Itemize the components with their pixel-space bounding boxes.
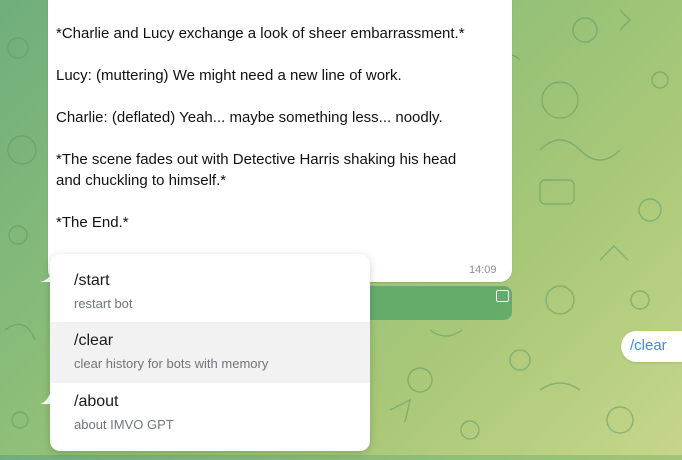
- clear-command-label: /clear: [630, 337, 667, 354]
- command-item-clear[interactable]: /clear clear history for bots with memor…: [50, 322, 370, 383]
- message-timestamp: 14:09: [469, 264, 497, 276]
- command-item-about[interactable]: /about about IMVO GPT: [50, 390, 370, 451]
- message-line: Lucy: (muttering) We might need a new li…: [56, 67, 402, 84]
- command-item-start[interactable]: /start restart bot: [50, 254, 370, 315]
- message-line: Charlie: (deflated) Yeah... maybe someth…: [56, 109, 443, 126]
- command-description: restart bot: [74, 296, 133, 311]
- expand-icon[interactable]: [496, 290, 509, 302]
- message-line: *The End.*: [56, 214, 129, 231]
- message-line: *The scene fades out with Detective Harr…: [56, 151, 457, 168]
- message-line: *Charlie and Lucy exchange a look of she…: [56, 25, 465, 42]
- command-description: about IMVO GPT: [74, 417, 174, 432]
- message-line: and chuckling to himself.*: [56, 172, 227, 189]
- bot-commands-menu: /start restart bot /clear clear history …: [50, 254, 370, 451]
- command-description: clear history for bots with memory: [74, 356, 269, 371]
- command-name: /start: [74, 272, 110, 289]
- command-name: /clear: [74, 332, 114, 349]
- command-name: /about: [74, 393, 119, 410]
- clear-command-message[interactable]: /clear: [621, 331, 682, 362]
